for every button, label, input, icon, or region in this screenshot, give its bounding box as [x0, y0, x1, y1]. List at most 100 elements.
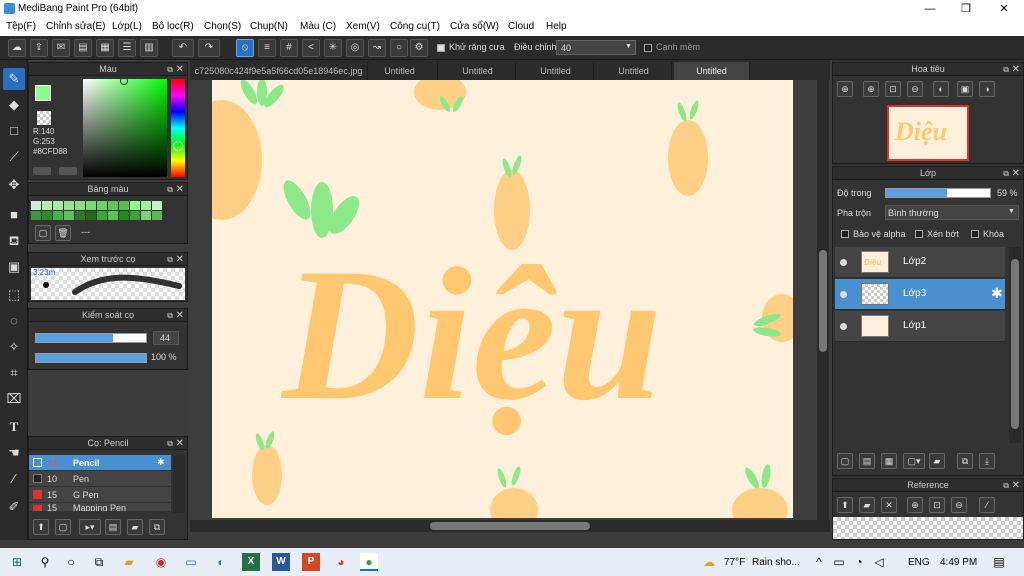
- menu-edit[interactable]: Chỉnh sửa(E): [46, 21, 106, 32]
- folder-icon[interactable]: ▰: [929, 453, 945, 469]
- brush-item-pen[interactable]: 10 Pen: [29, 471, 171, 486]
- eyedropper-tool-icon[interactable]: ⁄: [3, 468, 25, 490]
- primary-color-swatch[interactable]: [35, 85, 51, 101]
- grid-snap-icon[interactable]: #: [280, 39, 298, 57]
- undock-icon[interactable]: ⧉: [167, 309, 173, 322]
- fit-icon[interactable]: ⊡: [929, 497, 945, 513]
- edge-browser-icon[interactable]: ◐: [212, 553, 230, 571]
- duplicate-layer-icon[interactable]: ⧉: [957, 453, 973, 469]
- menu-view[interactable]: Xem(V): [346, 21, 380, 32]
- zoom-in-icon[interactable]: ⊕: [907, 497, 923, 513]
- soft-edge-checkbox[interactable]: [644, 44, 652, 52]
- list-icon[interactable]: ☰: [118, 39, 136, 57]
- menu-help[interactable]: Help: [546, 21, 567, 32]
- duplicate-icon[interactable]: ⧉: [149, 519, 165, 535]
- brush-doc-icon[interactable]: ▤: [105, 519, 121, 535]
- upload-icon[interactable]: ⬆: [837, 497, 853, 513]
- magic-wand-tool-icon[interactable]: ✧: [3, 336, 25, 358]
- zoom-out-icon[interactable]: ⊖: [907, 81, 923, 97]
- share-icon[interactable]: ⇪: [30, 39, 48, 57]
- menu-cloud[interactable]: Cloud: [508, 21, 534, 32]
- menu-tools[interactable]: Công cụ(T): [390, 21, 440, 32]
- reset-icon[interactable]: ◑: [979, 81, 995, 97]
- color-next-button[interactable]: [59, 167, 77, 175]
- file-explorer-icon[interactable]: ▰: [120, 553, 138, 571]
- undock-icon[interactable]: ⧉: [167, 183, 173, 196]
- brush-tool-icon[interactable]: ✎: [3, 68, 25, 90]
- no-snap-icon[interactable]: ⦸: [236, 39, 254, 57]
- horizontal-scroll-thumb[interactable]: [430, 522, 590, 530]
- search-icon[interactable]: ⚲: [36, 553, 54, 571]
- select-eraser-tool-icon[interactable]: ⌧: [3, 388, 25, 410]
- chevron-up-icon[interactable]: ^: [810, 553, 828, 571]
- document-icon[interactable]: ▦: [96, 39, 114, 57]
- eyedropper-icon[interactable]: ⁄: [979, 497, 995, 513]
- brush-list-scrollbar[interactable]: [173, 455, 185, 513]
- panel-close-icon[interactable]: ✕: [176, 253, 184, 266]
- tab-untitled-1[interactable]: Untitled: [362, 62, 438, 80]
- redo-icon[interactable]: ↷: [198, 39, 220, 57]
- clipping-checkbox[interactable]: [915, 230, 923, 238]
- merge-layer-icon[interactable]: ⤓: [979, 453, 995, 469]
- rectangle-tool-icon[interactable]: □: [3, 120, 25, 142]
- canvas-horizontal-scrollbar[interactable]: [190, 520, 830, 532]
- panel-close-icon[interactable]: ✕: [1012, 167, 1020, 180]
- excel-icon[interactable]: X: [242, 553, 260, 571]
- undock-icon[interactable]: ⧉: [1003, 167, 1009, 180]
- zoom-out-icon[interactable]: ⊖: [951, 497, 967, 513]
- network-icon[interactable]: ◔: [850, 553, 868, 571]
- layer-row-1[interactable]: Lớp1: [835, 311, 1005, 342]
- panel-close-icon[interactable]: ✕: [176, 183, 184, 196]
- tab-document-jpg[interactable]: c725080c424f9e5a5f66cd05e18946ec.jpg: [190, 62, 368, 80]
- new-layer-8bit-icon[interactable]: ▦: [881, 453, 897, 469]
- dot-tool-icon[interactable]: ⟋: [3, 146, 25, 168]
- word-icon[interactable]: W: [272, 553, 290, 571]
- visibility-eye-icon[interactable]: [840, 259, 847, 266]
- undock-icon[interactable]: ⧉: [1003, 63, 1009, 76]
- undock-icon[interactable]: ⧉: [167, 63, 173, 76]
- concentric-snap-icon[interactable]: ◎: [346, 39, 364, 57]
- panel-close-icon[interactable]: ✕: [1012, 63, 1020, 76]
- tab-untitled-active[interactable]: Untitled: [674, 62, 750, 80]
- minimize-button[interactable]: —: [912, 0, 948, 18]
- delete-palette-icon[interactable]: 🗑: [55, 225, 71, 241]
- lasso-tool-icon[interactable]: ◌: [3, 310, 25, 332]
- tab-untitled-4[interactable]: Untitled: [596, 62, 672, 80]
- select-pen-tool-icon[interactable]: ⌗: [3, 362, 25, 384]
- brush-item-gpen[interactable]: 15 G Pen: [29, 487, 171, 502]
- task-view-icon[interactable]: ⧉: [90, 553, 108, 571]
- language-indicator[interactable]: ENG: [908, 557, 930, 568]
- tab-untitled-3[interactable]: Untitled: [518, 62, 594, 80]
- navigator-thumbnail[interactable]: Diệu: [887, 105, 969, 161]
- rotate-icon[interactable]: ◐: [933, 81, 949, 97]
- vertical-scroll-thumb[interactable]: [819, 250, 827, 352]
- windows-start-icon[interactable]: ⊞: [8, 553, 26, 571]
- hue-slider-handle[interactable]: [173, 141, 183, 151]
- gear-icon[interactable]: ✱: [157, 457, 165, 468]
- panel-close-icon[interactable]: ✕: [176, 309, 184, 322]
- panel-close-icon[interactable]: ✕: [1012, 479, 1020, 492]
- layer-row-2[interactable]: Diệu Lớp2: [835, 247, 1005, 278]
- new-layer-alt-icon[interactable]: ▤: [859, 453, 875, 469]
- battery-icon[interactable]: ▭: [830, 553, 848, 571]
- protect-alpha-checkbox[interactable]: [841, 230, 849, 238]
- menu-file[interactable]: Tệp(F): [6, 21, 36, 32]
- add-brush-icon[interactable]: ⬆: [33, 519, 49, 535]
- volume-icon[interactable]: ◁: [870, 553, 888, 571]
- antialias-checkbox[interactable]: [437, 44, 445, 52]
- fill-rect-tool-icon[interactable]: ■: [3, 204, 25, 226]
- perspective-snap-icon[interactable]: <: [302, 39, 320, 57]
- undo-icon[interactable]: ↶: [172, 39, 194, 57]
- visibility-eye-icon[interactable]: [840, 323, 847, 330]
- clock-time[interactable]: 4:49 PM: [940, 557, 977, 568]
- layer-list-scrollbar[interactable]: [1009, 247, 1021, 443]
- bucket-tool-icon[interactable]: ⛾: [3, 230, 25, 252]
- palette-swatches[interactable]: [31, 201, 171, 221]
- menu-window[interactable]: Cửa sổ(W): [450, 21, 499, 32]
- tab-untitled-2[interactable]: Untitled: [440, 62, 516, 80]
- chrome-icon[interactable]: ◕: [332, 553, 350, 571]
- fit-icon[interactable]: ⊡: [885, 81, 901, 97]
- saturation-value-picker[interactable]: [83, 79, 167, 177]
- fullscreen-icon[interactable]: ▣: [957, 81, 973, 97]
- cloud-icon[interactable]: ☁: [8, 39, 26, 57]
